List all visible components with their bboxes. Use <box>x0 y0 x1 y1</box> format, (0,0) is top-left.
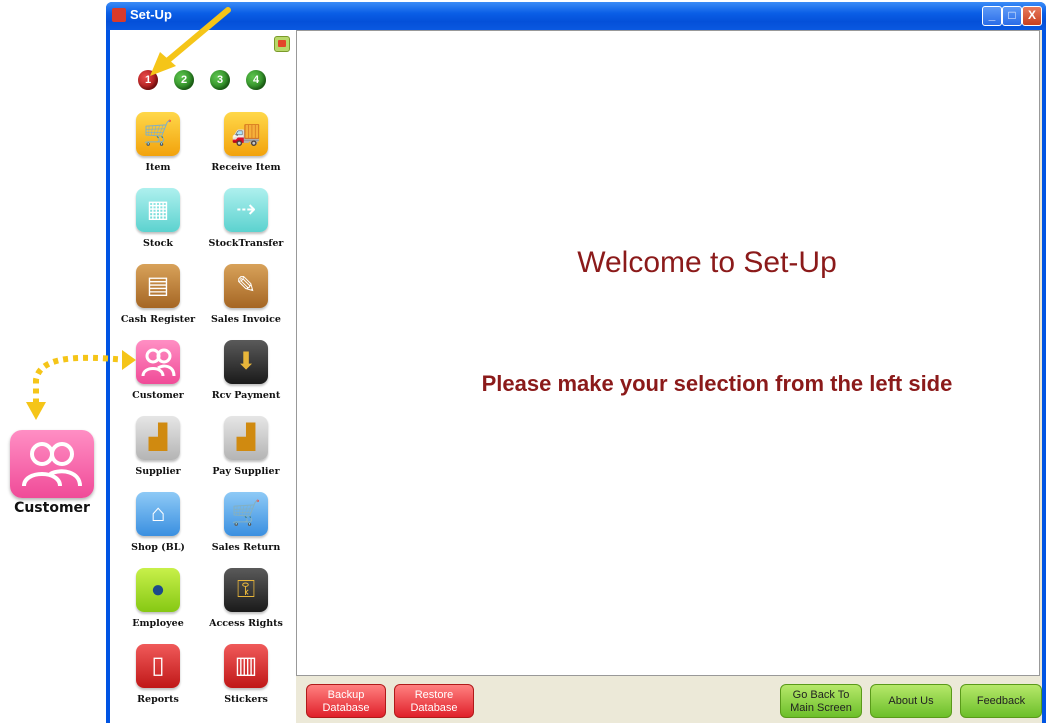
tile-supplier[interactable]: ▟ Supplier <box>112 416 202 486</box>
app-cart-icon <box>112 8 126 22</box>
page-3-button[interactable]: 3 <box>210 70 230 90</box>
cash-register-icon: ▤ <box>136 264 180 308</box>
restore-label-line2: Database <box>410 702 458 714</box>
callout-arrow-down <box>26 402 46 420</box>
money-bag-icon: ⬇ <box>224 340 268 384</box>
maximize-button[interactable]: □ <box>1002 6 1022 26</box>
factory-pay-icon: ▟ <box>224 416 268 460</box>
window-title: Set-Up <box>130 7 172 22</box>
shop-icon: ⌂ <box>136 492 180 536</box>
goback-label-line2: Main Screen <box>790 702 852 714</box>
tile-label: StockTransfer <box>208 238 284 249</box>
goback-label-line1: Go Back To <box>792 689 850 701</box>
close-button[interactable]: X <box>1022 6 1042 26</box>
employee-person-icon: ● <box>136 568 180 612</box>
tile-label: Customer <box>132 390 184 401</box>
backup-label-line2: Database <box>322 702 370 714</box>
backup-label-line1: Backup <box>327 689 365 701</box>
tile-label: Sales Invoice <box>211 314 281 325</box>
tile-shop[interactable]: ⌂ Shop (BL) <box>112 492 202 562</box>
instruction-text: Please make your selection from the left… <box>481 371 953 396</box>
minimize-button[interactable]: _ <box>982 6 1002 26</box>
page-1-button[interactable]: 1 <box>138 70 158 90</box>
tile-stock-transfer[interactable]: ⇢ StockTransfer <box>200 188 290 258</box>
tile-item[interactable]: 🛒 Item <box>112 112 202 182</box>
factory-icon: ▟ <box>136 416 180 460</box>
tile-receive-item[interactable]: 🚚 Receive Item <box>200 112 290 182</box>
tile-access-rights[interactable]: ⚿ Access Rights <box>200 568 290 638</box>
main-panel: Welcome to Set-Up Please make your selec… <box>296 30 1040 676</box>
tile-label: Item <box>145 162 171 173</box>
shopping-cart-icon: 🛒 <box>136 112 180 156</box>
tile-stock[interactable]: ▦ Stock <box>112 188 202 258</box>
sidebar: 1 2 3 4 🛒 Item 🚚 Receive Item ▦ Stock ⇢ … <box>110 30 297 723</box>
page-2-button[interactable]: 2 <box>174 70 194 90</box>
tile-label: Reports <box>137 694 179 705</box>
restore-label-line1: Restore <box>414 689 454 701</box>
tile-label: Rcv Payment <box>211 390 281 401</box>
customer-people-icon <box>136 340 180 384</box>
invoice-pencil-icon: ✎ <box>224 264 268 308</box>
tile-sales-invoice[interactable]: ✎ Sales Invoice <box>200 264 290 334</box>
client-area: 1 2 3 4 🛒 Item 🚚 Receive Item ▦ Stock ⇢ … <box>110 30 1042 723</box>
tile-sales-return[interactable]: 🛒 Sales Return <box>200 492 290 562</box>
tile-label: Sales Return <box>211 542 281 553</box>
hand-truck-icon: ▦ <box>136 188 180 232</box>
tile-label: Receive Item <box>211 162 281 173</box>
tile-label: Cash Register <box>120 314 196 325</box>
tile-label: Stock <box>143 238 173 249</box>
tile-label: Shop (BL) <box>131 542 185 553</box>
tile-rcv-payment[interactable]: ⬇ Rcv Payment <box>200 340 290 410</box>
welcome-title: Welcome to Set-Up <box>577 246 837 279</box>
customer-callout-icon <box>10 430 94 498</box>
restore-database-button[interactable]: Restore Database <box>394 684 474 718</box>
about-us-button[interactable]: About Us <box>870 684 952 718</box>
backup-database-button[interactable]: Backup Database <box>306 684 386 718</box>
tile-label: Employee <box>132 618 184 629</box>
bottom-toolbar: Backup Database Restore Database Go Back… <box>296 676 1042 723</box>
barcode-sticker-icon: ▥ <box>224 644 268 688</box>
tile-reports[interactable]: ▯ Reports <box>112 644 202 714</box>
tile-label: Pay Supplier <box>212 466 280 477</box>
tile-label: Stickers <box>224 694 268 705</box>
tile-label: Access Rights <box>209 618 283 629</box>
delivery-truck-icon: 🚚 <box>224 112 268 156</box>
title-bar[interactable]: Set-Up _ □ X <box>106 2 1046 30</box>
go-back-main-screen-button[interactable]: Go Back To Main Screen <box>780 684 862 718</box>
cart-return-icon: 🛒 <box>224 492 268 536</box>
tile-pay-supplier[interactable]: ▟ Pay Supplier <box>200 416 290 486</box>
tile-stickers[interactable]: ▥ Stickers <box>200 644 290 714</box>
customer-callout-label: Customer <box>14 500 90 516</box>
tile-customer[interactable]: Customer <box>112 340 202 410</box>
box-transfer-icon: ⇢ <box>224 188 268 232</box>
report-scroll-icon: ▯ <box>136 644 180 688</box>
lock-key-icon: ⚿ <box>224 568 268 612</box>
setup-window: Set-Up _ □ X 1 2 3 4 🛒 Item 🚚 Receive It… <box>106 2 1046 723</box>
page-4-button[interactable]: 4 <box>246 70 266 90</box>
tile-cash-register[interactable]: ▤ Cash Register <box>112 264 202 334</box>
feedback-button[interactable]: Feedback <box>960 684 1042 718</box>
window-switch-icon[interactable] <box>274 36 290 52</box>
tile-employee[interactable]: ● Employee <box>112 568 202 638</box>
tile-label: Supplier <box>135 466 181 477</box>
